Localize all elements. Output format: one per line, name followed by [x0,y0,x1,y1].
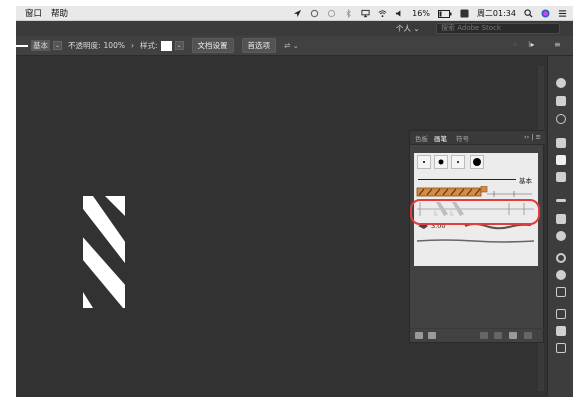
transparency-icon[interactable] [556,231,566,241]
links-icon[interactable] [556,343,566,353]
gradient-icon[interactable] [556,214,566,224]
panel-tabs: 色板 画笔 符号 ›› | ≡ [410,131,545,145]
artboards-icon[interactable] [556,287,566,297]
spotlight-search-icon[interactable] [524,9,533,18]
brush-dot-large[interactable] [470,155,484,169]
location-icon [294,9,302,18]
battery-icon [437,9,452,18]
workspace-switcher[interactable]: 个人 ⌄ [396,23,420,34]
style-swatch[interactable] [160,40,172,51]
document-settings-button[interactable]: 文档设置 [191,38,234,53]
symbols-icon[interactable] [556,172,566,182]
swatches-icon[interactable] [556,138,566,148]
style-dropdown[interactable]: ⌄ [174,41,184,50]
input-method-icon[interactable] [460,9,469,18]
airplay-icon [361,9,370,18]
brush-dot-medium[interactable] [451,155,465,169]
stroke-profile-dropdown[interactable]: ⌄ [53,41,62,50]
volume-icon [396,10,401,17]
brush-basic[interactable]: 基本 [414,174,538,185]
panel-menu-icon[interactable]: ›› | ≡ [524,133,541,141]
basic-brush-label: 基本 [519,177,532,185]
notification-center-icon[interactable] [558,9,567,18]
basic-brush-stroke [418,179,516,180]
layers-icon[interactable] [556,326,566,336]
graphic-styles-icon[interactable] [556,114,566,124]
stock-search-placeholder: 搜索 Adobe Stock [441,24,501,32]
tab-symbols[interactable]: 符号 [456,133,469,143]
artwork-stripes[interactable] [83,196,125,308]
status-area: 16% 周二01:34 [293,6,567,21]
arrange-icon[interactable]: ⇌ ⌄ [284,41,299,50]
annotation-highlight [410,199,540,225]
stroke-profile-label[interactable]: 基本 [31,40,50,51]
control-bar-menu-icon[interactable]: ≡ [554,40,561,49]
brush-pattern[interactable] [414,186,538,198]
appearance-icon[interactable] [556,78,566,88]
menu-bar: 窗口 帮助 16% 周二01:34 [16,6,573,21]
tab-brushes[interactable]: 画笔 [434,133,447,143]
document-icon[interactable] [556,96,566,106]
app-title-row: 个人 ⌄ 搜索 Adobe Stock [16,21,573,36]
opacity-label: 不透明度: [68,41,101,50]
export-icon[interactable] [556,309,566,319]
brushes-icon[interactable] [556,155,566,165]
brush-dot-tiny[interactable] [417,155,431,169]
libraries-panel-icon[interactable] [428,332,436,339]
battery-percent: 16% [412,9,430,18]
stroke-icon[interactable] [556,199,566,202]
opacity-expand-icon[interactable]: › [131,41,134,50]
grid-icon[interactable]: ⁘ [512,41,518,49]
workspace-label: 个人 [396,24,411,33]
delete-brush-icon[interactable] [524,332,532,339]
control-bar: 基本 ⌄ 不透明度: 100% › 样式: ⌄ 文档设置 首选项 ⇌ ⌄ ⁘ ⁝… [16,36,573,56]
new-brush-icon[interactable] [509,332,517,339]
brush-options-icon[interactable] [494,332,502,339]
preferences-button[interactable]: 首选项 [241,38,277,53]
menu-item-help[interactable]: 帮助 [51,7,68,19]
brushes-panel: 色板 画笔 符号 ›› | ≡ 基本 3.00 [409,130,545,343]
wifi-icon [378,10,387,18]
color-icon[interactable] [556,253,566,263]
color-guide-icon[interactable] [556,270,566,280]
clock-icon [328,9,336,18]
tab-swatches[interactable]: 色板 [415,133,428,143]
siri-icon[interactable] [541,9,550,18]
stock-search-input[interactable]: 搜索 Adobe Stock [436,23,560,34]
panel-footer [410,328,545,342]
stroke-preview [16,44,28,47]
menu-item-window[interactable]: 窗口 [25,7,42,19]
sync-icon [310,9,319,18]
brush-charcoal[interactable] [414,237,538,245]
panel-icon-rail [547,56,573,397]
align-icon[interactable]: ⁝▸ [528,40,535,49]
bluetooth-icon [346,9,352,18]
menubar-clock[interactable]: 周二01:34 [477,8,516,19]
brush-libraries-icon[interactable] [415,332,423,339]
brush-dot-small[interactable] [434,155,448,169]
style-label: 样式: [139,41,158,50]
opacity-value[interactable]: 100% [104,41,125,50]
remove-stroke-icon[interactable] [480,332,488,339]
